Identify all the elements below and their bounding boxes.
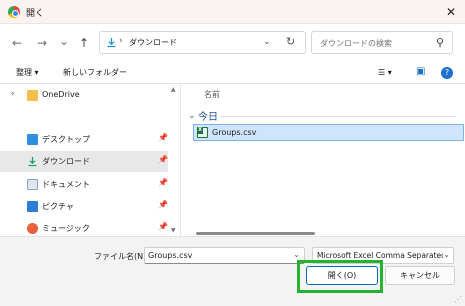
forward-arrow-icon[interactable]: →: [35, 36, 49, 50]
sidebar-item-label: ミュージック: [42, 224, 90, 233]
column-header-name[interactable]: 名前: [204, 89, 220, 100]
view-options-icon[interactable]: ☰ ▾: [378, 68, 392, 77]
search-box[interactable]: ダウンロードの検索 ⚲: [311, 31, 453, 54]
group-divider: [220, 116, 456, 117]
pin-icon: 📌: [158, 133, 168, 142]
pin-icon: 📌: [158, 200, 168, 209]
pin-icon: 📌: [158, 222, 168, 231]
filename-dropdown-chevron-icon[interactable]: ⌄: [293, 250, 300, 259]
file-row[interactable]: Groups.csv: [193, 124, 464, 141]
group-header-today[interactable]: 今日: [198, 108, 218, 123]
filename-field[interactable]: Groups.csv ⌄: [144, 247, 305, 264]
group-collapse-chevron-icon[interactable]: ⌄: [188, 111, 196, 121]
sidebar-item-label: ドキュメント: [42, 180, 90, 189]
file-list: 名前 ⌄ 今日 Groups.csv: [182, 84, 465, 236]
pictures-icon: [27, 201, 38, 212]
pin-icon: 📌: [158, 155, 168, 164]
desktop-icon: [27, 134, 38, 145]
horizontal-scrollbar[interactable]: [196, 232, 315, 235]
file-type-value: Microsoft Excel Comma Separated: [317, 251, 446, 260]
search-input[interactable]: ダウンロードの検索: [320, 38, 392, 49]
file-name: Groups.csv: [212, 128, 257, 137]
address-bar[interactable]: › ダウンロード ⌄ ↻: [99, 31, 306, 54]
sidebar-item-documents[interactable]: ドキュメント 📌: [0, 174, 168, 195]
title-bar: 開く ✕: [0, 0, 465, 24]
navigation-pane: › OneDrive デスクトップ 📌 ダウンロード 📌 ドキュメント 📌 ピク…: [0, 84, 181, 236]
sidebar-item-onedrive[interactable]: › OneDrive: [0, 85, 168, 106]
scroll-down-arrow-icon[interactable]: ▼: [171, 227, 176, 234]
expand-chevron-icon[interactable]: ›: [11, 89, 15, 99]
sidebar-item-downloads[interactable]: ダウンロード 📌: [0, 151, 168, 172]
organize-button[interactable]: 整理 ▾: [16, 67, 39, 78]
cancel-button[interactable]: キャンセル: [385, 266, 455, 285]
sidebar-item-desktop[interactable]: デスクトップ 📌: [0, 129, 168, 150]
sidebar-item-label: OneDrive: [42, 90, 80, 99]
new-folder-button[interactable]: 新しいフォルダー: [63, 67, 127, 78]
window-title: 開く: [26, 9, 45, 19]
command-bar: 整理 ▾ 新しいフォルダー ☰ ▾ ▣ ?: [0, 62, 465, 84]
filename-value[interactable]: Groups.csv: [148, 251, 192, 260]
download-icon: [107, 38, 116, 48]
pin-icon: 📌: [158, 178, 168, 187]
sidebar-item-label: ダウンロード: [42, 157, 90, 166]
sidebar-item-pictures[interactable]: ピクチャ 📌: [0, 196, 168, 217]
resize-grip-icon[interactable]: ⋰: [454, 295, 462, 304]
preview-pane-icon[interactable]: ▣: [416, 66, 425, 77]
breadcrumb-downloads[interactable]: ダウンロード: [129, 37, 177, 48]
download-icon: [28, 157, 37, 167]
search-icon[interactable]: ⚲: [436, 36, 444, 49]
refresh-icon[interactable]: ↻: [286, 35, 295, 48]
sidebar-item-label: デスクトップ: [42, 135, 90, 144]
help-icon[interactable]: ?: [441, 67, 453, 79]
document-icon: [27, 179, 38, 190]
music-icon: [27, 223, 38, 234]
filename-label: ファイル名(N):: [94, 252, 149, 261]
sidebar-scrollbar[interactable]: ▲ ▼: [169, 84, 181, 236]
breadcrumb-separator: ›: [119, 36, 123, 46]
chrome-icon: [8, 6, 20, 18]
open-button-highlight: [297, 260, 383, 293]
file-type-chevron-icon[interactable]: ⌄: [443, 250, 450, 259]
back-arrow-icon[interactable]: ←: [10, 36, 24, 50]
scroll-up-arrow-icon[interactable]: ▲: [171, 86, 176, 93]
recent-locations-chevron-icon[interactable]: ⌄: [57, 34, 71, 48]
excel-csv-icon: [197, 127, 208, 138]
folder-icon: [27, 90, 38, 101]
address-history-chevron-icon[interactable]: ⌄: [263, 37, 271, 47]
dialog-footer: ファイル名(N): Groups.csv ⌄ Microsoft Excel C…: [0, 236, 465, 306]
up-arrow-icon[interactable]: ↑: [77, 36, 91, 50]
close-button[interactable]: ✕: [443, 4, 459, 20]
sidebar-item-label: ピクチャ: [42, 202, 74, 211]
